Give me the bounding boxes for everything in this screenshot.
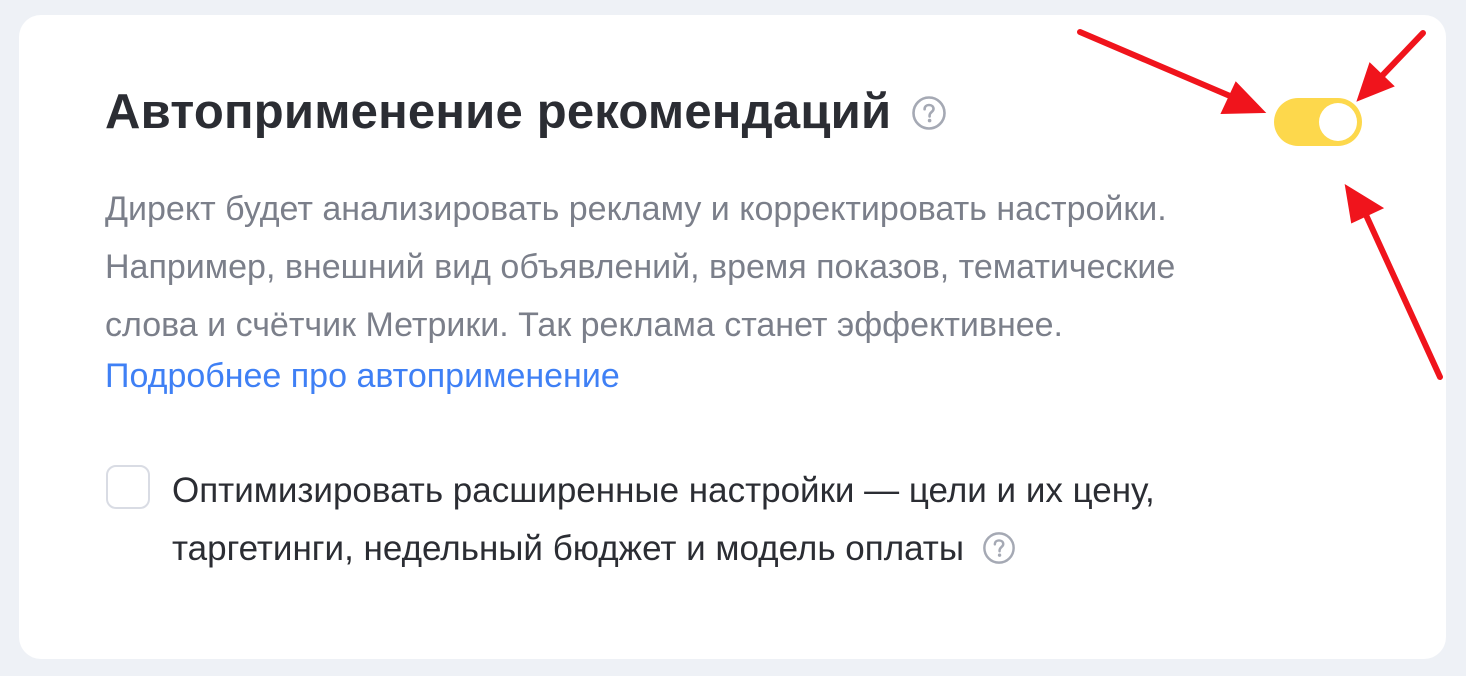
description-line: слова и счётчик Метрики. Так реклама ста… — [105, 306, 1063, 344]
title-row: Автоприменение рекомендаций — [105, 88, 947, 137]
question-circle-icon[interactable] — [982, 531, 1016, 565]
question-circle-icon[interactable] — [911, 95, 947, 131]
autoapply-toggle[interactable] — [1274, 98, 1362, 146]
learn-more-link[interactable]: Подробнее про автоприменение — [105, 354, 620, 398]
optimize-advanced-checkbox[interactable] — [106, 465, 150, 509]
description-line: Директ будет анализировать рекламу и кор… — [105, 190, 1167, 228]
checkbox-label-line-2-text: таргетинги, недельный бюджет и модель оп… — [172, 529, 964, 568]
toggle-knob — [1319, 103, 1357, 141]
checkbox-label[interactable]: Оптимизировать расширенные настройки — ц… — [172, 462, 1155, 578]
checkbox-label-line-2: таргетинги, недельный бюджет и модель оп… — [172, 520, 1155, 578]
description: Директ будет анализировать рекламу и кор… — [105, 180, 1355, 354]
section-title: Автоприменение рекомендаций — [105, 85, 892, 139]
checkbox-label-line-1: Оптимизировать расширенные настройки — ц… — [172, 471, 1155, 510]
description-line: Например, внешний вид объявлений, время … — [105, 248, 1176, 286]
